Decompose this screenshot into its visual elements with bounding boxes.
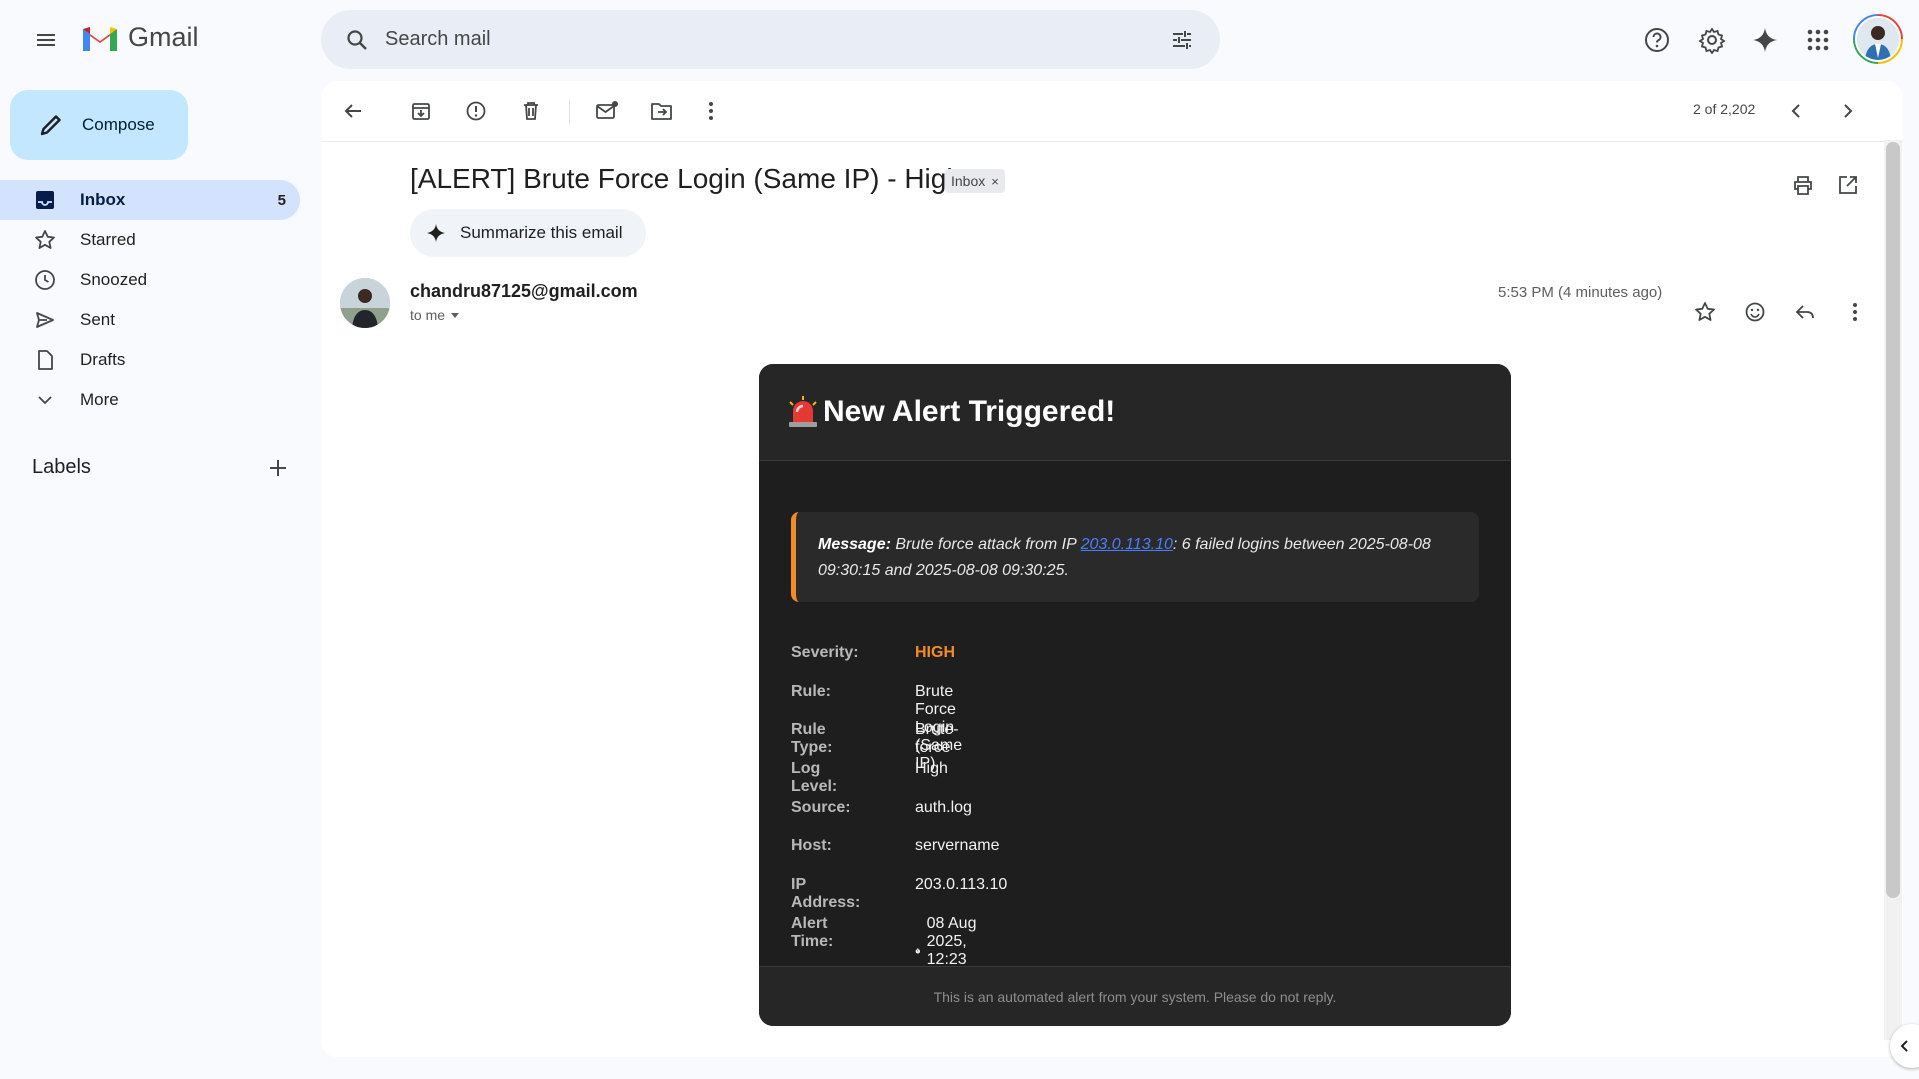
settings-gear-icon[interactable]	[1690, 18, 1734, 62]
gmail-wordmark: Gmail	[128, 22, 199, 52]
report-spam-icon[interactable]	[456, 91, 496, 131]
draft-icon	[30, 345, 60, 375]
search-options-icon[interactable]	[1162, 20, 1202, 60]
sidebar-item-label: Inbox	[80, 190, 126, 209]
summarize-label: Summarize this email	[460, 223, 623, 242]
email-subject: [ALERT] Brute Force Login (Same IP) - Hi…	[410, 163, 962, 194]
detail-value: auth.log	[915, 798, 972, 816]
stopwatch-icon	[915, 948, 921, 954]
summarize-email-button[interactable]: Summarize this email	[410, 209, 646, 257]
recipient-label: to me	[410, 307, 446, 323]
siren-icon	[789, 396, 817, 427]
scrollbar-thumb[interactable]	[1886, 142, 1900, 898]
unread-count-badge: 5	[277, 191, 286, 209]
sidebar-item-label: Drafts	[80, 350, 126, 369]
apps-grid-icon[interactable]	[1796, 18, 1840, 62]
chevron-left-icon	[1900, 1040, 1908, 1052]
toolbar-divider	[569, 100, 570, 124]
message-text-pre: Brute force attack from IP	[890, 536, 1081, 553]
detail-value: Brute-force	[915, 721, 959, 757]
main-menu-button[interactable]	[22, 20, 70, 60]
support-icon[interactable]	[1635, 18, 1679, 62]
gmail-logo[interactable]: Gmail	[80, 22, 199, 53]
sidebar-item-snoozed[interactable]: Snoozed	[0, 260, 300, 300]
older-chevron-right-icon[interactable]	[1827, 91, 1867, 131]
delete-trash-icon[interactable]	[511, 91, 551, 131]
account-avatar[interactable]	[1853, 14, 1903, 64]
detail-value: High	[915, 760, 948, 778]
search-icon[interactable]	[337, 20, 377, 60]
compose-button[interactable]: Compose	[10, 90, 188, 160]
print-icon[interactable]	[1783, 165, 1823, 205]
sidebar-item-label: Snoozed	[80, 270, 148, 289]
detail-key: Rule Type:	[791, 721, 833, 757]
archive-icon[interactable]	[401, 91, 441, 131]
sidebar-item-more[interactable]: More	[0, 380, 300, 420]
alert-message-box: Message: Brute force attack from IP 203.…	[791, 512, 1479, 602]
detail-key: Host:	[791, 837, 832, 855]
gemini-sparkle-icon[interactable]	[1743, 18, 1787, 62]
sparkle-icon	[422, 219, 450, 247]
detail-key: Alert Time:	[791, 914, 834, 950]
message-label: Message:	[818, 536, 891, 553]
hamburger-icon	[37, 34, 55, 46]
severity-value: HIGH	[915, 644, 955, 661]
caret-down-icon	[451, 313, 460, 318]
detail-key: IP Address:	[791, 876, 861, 912]
sidebar-item-inbox[interactable]: Inbox 5	[0, 180, 300, 220]
search-input[interactable]	[383, 27, 1162, 52]
alert-email-body: New Alert Triggered! Message: Brute forc…	[759, 364, 1511, 1026]
compose-label: Compose	[82, 115, 155, 134]
labels-heading: Labels	[32, 456, 91, 478]
more-vert-icon[interactable]	[691, 91, 731, 131]
detail-key: Severity:	[791, 644, 859, 661]
inbox-icon	[30, 185, 60, 215]
detail-value: servername	[915, 837, 1000, 855]
inbox-label-chip: Inbox ×	[945, 169, 1005, 193]
sidebar-item-label: More	[80, 390, 119, 409]
message-count: 2 of 2,202	[1693, 101, 1756, 117]
sidebar-item-drafts[interactable]: Drafts	[0, 340, 300, 380]
clock-icon	[30, 265, 60, 295]
emoji-react-icon[interactable]	[1735, 292, 1775, 332]
ip-link[interactable]: 203.0.113.10	[1081, 536, 1173, 553]
recipient-details-toggle[interactable]: to me	[410, 307, 461, 323]
chevron-down-icon	[30, 385, 60, 415]
star-icon	[30, 225, 60, 255]
mark-unread-icon[interactable]	[587, 91, 627, 131]
message-more-vert-icon[interactable]	[1835, 292, 1875, 332]
alert-title: New Alert Triggered!	[823, 395, 1116, 428]
open-new-window-icon[interactable]	[1828, 165, 1868, 205]
message-pane: 2 of 2,202 [ALERT] Brute Force Login (Sa…	[321, 81, 1903, 1057]
sidebar-item-label: Sent	[80, 310, 115, 329]
send-icon	[30, 305, 60, 335]
add-label-button[interactable]	[260, 450, 296, 486]
move-to-folder-icon[interactable]	[642, 91, 682, 131]
alert-footer: This is an automated alert from your sys…	[759, 966, 1511, 1026]
detail-value: 203.0.113.10	[915, 876, 1008, 894]
account-avatar-image	[1855, 16, 1901, 62]
sidebar-item-label: Starred	[80, 230, 136, 249]
email-timestamp: 5:53 PM (4 minutes ago)	[1498, 284, 1663, 301]
star-message-icon[interactable]	[1685, 292, 1725, 332]
sidebar-item-sent[interactable]: Sent	[0, 300, 300, 340]
gmail-m-icon	[83, 26, 117, 51]
reply-icon[interactable]	[1785, 292, 1825, 332]
plus-icon	[270, 460, 286, 476]
sender-avatar[interactable]	[340, 278, 390, 328]
chip-label: Inbox	[951, 173, 986, 189]
remove-label-icon[interactable]: ×	[991, 174, 999, 189]
message-toolbar: 2 of 2,202	[321, 81, 1903, 142]
search-bar[interactable]	[321, 10, 1220, 69]
pencil-icon	[34, 108, 68, 142]
sender-email[interactable]: chandru87125@gmail.com	[410, 281, 638, 302]
newer-chevron-left-icon[interactable]	[1777, 91, 1817, 131]
back-arrow-icon[interactable]	[333, 91, 373, 131]
detail-key: Source:	[791, 798, 851, 816]
sidebar-item-starred[interactable]: Starred	[0, 220, 300, 260]
detail-key: Log Level:	[791, 760, 838, 796]
detail-key: Rule:	[791, 682, 831, 700]
alert-header: New Alert Triggered!	[759, 364, 1511, 461]
